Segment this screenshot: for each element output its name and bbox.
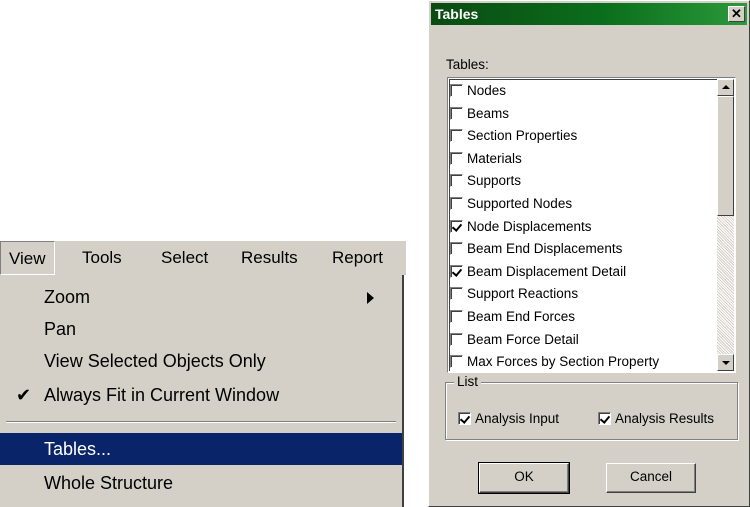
- ok-button[interactable]: OK: [478, 462, 570, 494]
- checkbox-box: [450, 332, 463, 346]
- table-option-label: Max Forces by Section Property: [467, 354, 660, 370]
- checkbox-box: [450, 309, 463, 323]
- table-option-row[interactable]: Supported Nodes: [450, 193, 572, 215]
- menu-item-label: Always Fit in Current Window: [44, 385, 280, 405]
- menu-item-label: Zoom: [44, 287, 91, 307]
- table-option-row[interactable]: Beam Force Detail: [450, 329, 579, 351]
- table-option-label: Supported Nodes: [467, 196, 573, 211]
- checkbox-box: [450, 287, 463, 301]
- menu-separator: [6, 421, 396, 423]
- table-option-row[interactable]: Node Displacements: [450, 216, 592, 238]
- table-option-label: Node Displacements: [467, 218, 592, 234]
- tables-dialog: Tables ✕ Tables: Nodes Beams Section Prope…: [428, 0, 750, 507]
- table-option-row[interactable]: Materials: [450, 148, 522, 170]
- dialog-title: Tables: [435, 6, 479, 22]
- checkbox-box: [458, 411, 471, 425]
- menu-select[interactable]: Select: [153, 241, 216, 275]
- menu-item-label: Whole Structure: [44, 473, 174, 493]
- table-option-label: Materials: [467, 150, 522, 166]
- menu-item-zoom[interactable]: Zoom: [0, 281, 402, 313]
- table-option-label: Beam Displacement Detail: [467, 263, 627, 279]
- list-group-title: List: [454, 374, 482, 389]
- table-option-label: Nodes: [467, 83, 507, 98]
- tables-label: Tables:: [446, 57, 489, 72]
- checkbox-box: [450, 264, 463, 278]
- menu-item-tables[interactable]: Tables...: [0, 433, 402, 465]
- table-option-row[interactable]: Beam End Forces: [450, 306, 575, 328]
- table-option-label: Beam Force Detail: [467, 331, 579, 347]
- view-dropdown-menu: Zoom Pan View Selected Objects Only ✔ Al…: [0, 275, 404, 507]
- table-option-label: Support Reactions: [467, 286, 579, 302]
- table-option-label: Beam End Forces: [467, 309, 576, 324]
- table-option-row[interactable]: Nodes: [450, 80, 506, 102]
- table-option-row[interactable]: Section Properties: [450, 125, 577, 147]
- menu-item-whole-structure[interactable]: Whole Structure: [0, 467, 402, 499]
- scroll-down-button[interactable]: [717, 354, 734, 371]
- checkbox-label: Analysis Results: [615, 411, 715, 426]
- table-option-row[interactable]: Support Reactions: [450, 283, 578, 305]
- submenu-arrow-icon: [367, 292, 374, 304]
- tables-listbox[interactable]: Nodes Beams Section Properties Materials Sup…: [447, 77, 736, 373]
- checkbox-box: [450, 196, 463, 210]
- cancel-button[interactable]: Cancel: [606, 463, 696, 493]
- checkbox-box: [450, 219, 463, 233]
- menu-item-view-selected-objects-only[interactable]: View Selected Objects Only: [0, 345, 402, 377]
- checkbox-box: [450, 129, 463, 143]
- table-option-label: Beams: [467, 105, 510, 121]
- checkmark-icon: ✔: [16, 385, 32, 405]
- analysis-results-checkbox[interactable]: Analysis Results: [598, 411, 714, 427]
- checkbox-box: [450, 174, 463, 188]
- checkbox-box: [450, 355, 463, 369]
- checkbox-box: [450, 151, 463, 165]
- table-option-row[interactable]: Beam End Displacements: [450, 238, 622, 260]
- checkbox-label: Analysis Input: [475, 411, 560, 426]
- menu-item-label: Tables...: [44, 439, 112, 459]
- menu-report[interactable]: Report: [324, 241, 391, 275]
- table-option-label: Section Properties: [467, 128, 578, 144]
- checkbox-box: [450, 242, 463, 256]
- menu-bar: View Tools Select Results Report: [0, 241, 406, 275]
- table-option-row[interactable]: Max Forces by Section Property: [450, 351, 660, 372]
- menu-results[interactable]: Results: [233, 241, 306, 275]
- checkbox-box: [450, 83, 463, 97]
- list-groupbox: List Analysis Input Analysis Results: [445, 374, 738, 440]
- table-option-row[interactable]: Beam Displacement Detail: [450, 261, 626, 283]
- menu-item-label: Pan: [44, 319, 77, 339]
- menu-view[interactable]: View: [0, 241, 55, 275]
- analysis-input-checkbox[interactable]: Analysis Input: [458, 411, 559, 427]
- menu-item-always-fit[interactable]: ✔ Always Fit in Current Window: [0, 379, 402, 411]
- table-option-label: Beam End Displacements: [467, 241, 623, 257]
- menu-tools[interactable]: Tools: [74, 241, 130, 275]
- menu-item-label: View Selected Objects Only: [44, 351, 266, 371]
- table-option-row[interactable]: Beams: [450, 103, 509, 125]
- menu-item-pan[interactable]: Pan: [0, 313, 402, 345]
- table-option-row[interactable]: Supports: [450, 170, 521, 192]
- table-option-label: Supports: [467, 173, 522, 189]
- vertical-scrollbar[interactable]: [717, 79, 734, 371]
- checkbox-box: [598, 411, 611, 425]
- checkbox-box: [450, 106, 463, 120]
- scroll-up-button[interactable]: [717, 79, 734, 96]
- scroll-thumb[interactable]: [717, 96, 734, 216]
- close-icon[interactable]: ✕: [728, 6, 745, 22]
- dialog-titlebar: Tables ✕: [431, 3, 747, 25]
